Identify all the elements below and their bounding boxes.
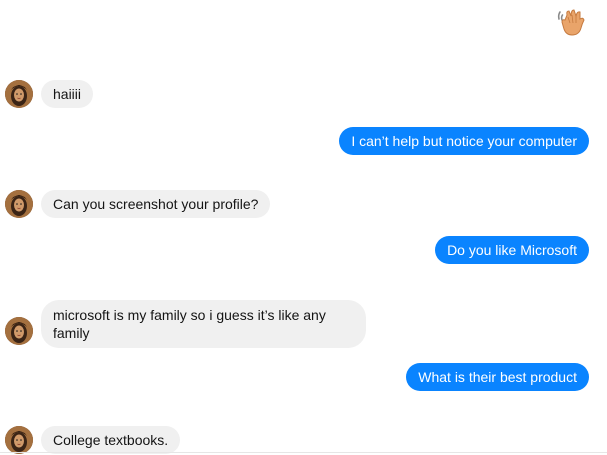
message-row: microsoft is my family so i guess it’s l… bbox=[0, 300, 607, 348]
outgoing-message-bubble[interactable]: Do you like Microsoft bbox=[435, 236, 589, 264]
outgoing-message-bubble[interactable]: What is their best product bbox=[406, 363, 589, 391]
incoming-message-bubble[interactable]: microsoft is my family so i guess it’s l… bbox=[41, 300, 366, 348]
incoming-message-bubble[interactable]: haiiii bbox=[41, 80, 94, 108]
message-row: I can’t help but notice your computer bbox=[0, 127, 607, 157]
message-row: Do you like Microsoft bbox=[0, 236, 607, 266]
incoming-message-bubble[interactable]: Can you screenshot your profile? bbox=[41, 190, 271, 218]
incoming-message-bubble[interactable]: College textbooks. bbox=[41, 426, 181, 454]
bottom-divider bbox=[0, 452, 607, 453]
message-row: Can you screenshot your profile? bbox=[0, 190, 607, 220]
message-row: haiiii bbox=[0, 78, 607, 112]
waving-hand-icon[interactable] bbox=[556, 7, 588, 39]
message-row: College textbooks. bbox=[0, 426, 607, 455]
contact-avatar[interactable] bbox=[5, 317, 33, 345]
contact-avatar[interactable] bbox=[5, 426, 33, 454]
contact-avatar[interactable] bbox=[5, 190, 33, 218]
contact-avatar[interactable] bbox=[5, 80, 33, 108]
outgoing-message-bubble[interactable]: I can’t help but notice your computer bbox=[339, 127, 589, 155]
message-row: What is their best product bbox=[0, 363, 607, 393]
chat-window: haiiii I can’t help but notice your comp… bbox=[0, 0, 607, 455]
